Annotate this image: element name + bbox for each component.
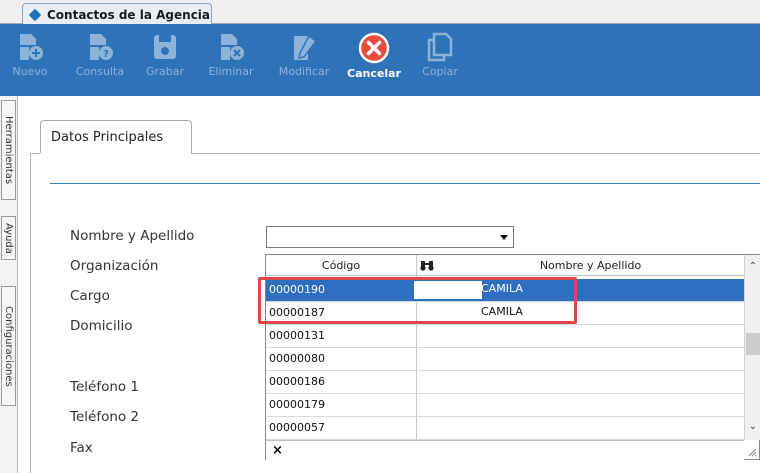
cell-codigo: 00000057	[269, 421, 325, 434]
cancel-icon	[358, 32, 390, 64]
tab-border-left	[30, 153, 40, 154]
copiar-button[interactable]: Copiar	[418, 24, 462, 96]
cell-codigo: 00000186	[269, 375, 325, 388]
section-divider	[50, 183, 760, 184]
cargo-label: Cargo	[70, 288, 110, 304]
nombre-combobox[interactable]	[266, 226, 514, 248]
cell-codigo: 00000131	[269, 329, 325, 342]
table-row[interactable]: 00000057	[266, 417, 744, 440]
highlight-box	[258, 277, 577, 324]
organizacion-label: Organización	[70, 258, 159, 274]
app-window: Contactos de la Agencia Nuevo ? Consulta	[0, 0, 760, 473]
eliminar-button[interactable]: Eliminar	[204, 24, 258, 96]
scroll-up-icon[interactable]: ⌃	[748, 261, 758, 272]
column-header-nombre[interactable]: Nombre y Apellido	[437, 255, 744, 275]
grid-scrollbar[interactable]: ⌃ ⌄	[744, 255, 760, 440]
nombre-label: Nombre y Apellido	[70, 228, 195, 244]
save-icon	[154, 35, 176, 59]
toolbar: Nuevo ? Consulta Grabar Eliminar Modific…	[0, 24, 760, 96]
app-icon	[28, 8, 42, 21]
clear-icon[interactable]: ×	[272, 443, 283, 458]
tab-ayuda[interactable]: Ayuda	[1, 216, 16, 260]
chevron-down-icon	[500, 235, 508, 240]
consulta-button[interactable]: ? Consulta	[70, 24, 130, 96]
tab-border	[191, 153, 760, 154]
cancelar-button[interactable]: Cancelar	[344, 24, 404, 96]
document-tab[interactable]: Contactos de la Agencia	[22, 3, 212, 25]
tab-datos-principales[interactable]: Datos Principales	[40, 120, 192, 153]
tab-datos-principales-label: Datos Principales	[51, 129, 164, 145]
modificar-label: Modificar	[278, 65, 330, 78]
scrollbar-thumb[interactable]	[746, 333, 760, 355]
modificar-button[interactable]: Modificar	[272, 24, 336, 96]
binoculars-icon[interactable]	[417, 255, 437, 275]
tab-ayuda-label: Ayuda	[3, 222, 14, 254]
svg-text:?: ?	[103, 49, 109, 60]
fax-label: Fax	[70, 440, 93, 456]
domicilio-label: Domicilio	[70, 318, 133, 334]
resize-grip-icon[interactable]	[747, 447, 757, 457]
nuevo-button[interactable]: Nuevo	[8, 24, 52, 96]
document-add-icon	[20, 34, 43, 60]
panel-border	[30, 153, 31, 473]
copy-icon	[427, 32, 453, 62]
tab-configuraciones[interactable]: Configuraciones	[1, 286, 16, 406]
cell-codigo: 00000179	[269, 398, 325, 411]
document-tab-title: Contactos de la Agencia	[47, 7, 211, 22]
grid-footer: ×	[266, 440, 744, 460]
table-row[interactable]: 00000179	[266, 394, 744, 417]
grid-header: Código Nombre y Apellido	[266, 255, 744, 276]
column-header-codigo[interactable]: Código	[266, 255, 416, 275]
tab-configuraciones-label: Configuraciones	[3, 305, 14, 387]
eliminar-label: Eliminar	[208, 65, 254, 78]
side-panel-tabs: Herramientas Ayuda Configuraciones	[0, 96, 18, 473]
document-delete-icon	[221, 34, 244, 60]
document-edit-icon	[294, 34, 318, 60]
tab-herramientas[interactable]: Herramientas	[1, 100, 16, 200]
table-row[interactable]: 00000080	[266, 348, 744, 371]
cancelar-label: Cancelar	[347, 67, 401, 80]
telefono1-label: Teléfono 1	[70, 379, 140, 395]
document-tab-bar: Contactos de la Agencia	[0, 0, 760, 25]
tab-herramientas-label: Herramientas	[3, 115, 14, 185]
scroll-down-icon[interactable]: ⌄	[748, 421, 758, 432]
copiar-label: Copiar	[422, 65, 458, 78]
nuevo-label: Nuevo	[12, 65, 48, 78]
telefono2-label: Teléfono 2	[70, 409, 140, 425]
consulta-label: Consulta	[75, 65, 125, 78]
document-help-icon: ?	[90, 34, 113, 60]
grabar-button[interactable]: Grabar	[142, 24, 188, 96]
combo-dropdown-button[interactable]	[497, 230, 511, 245]
table-row[interactable]: 00000186	[266, 371, 744, 394]
grabar-label: Grabar	[145, 65, 185, 78]
cell-codigo: 00000080	[269, 352, 325, 365]
table-row[interactable]: 00000131	[266, 325, 744, 348]
